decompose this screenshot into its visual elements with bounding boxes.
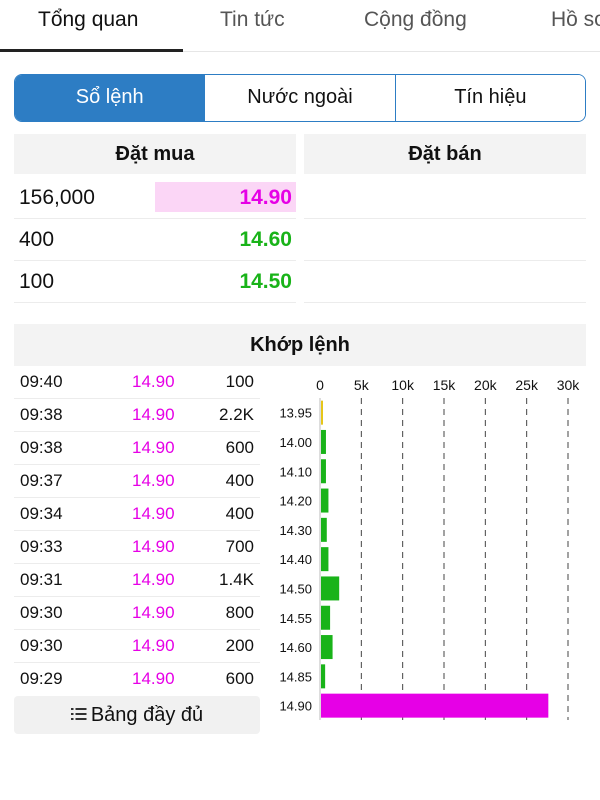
trade-time: 09:38 [20, 405, 63, 424]
trade-time: 09:30 [20, 636, 63, 655]
bid-price: 14.90 [239, 186, 292, 209]
trade-time: 09:33 [20, 537, 63, 556]
trade-row[interactable]: 09:34 14.90 400 [14, 498, 260, 531]
volume-bar [321, 400, 323, 425]
bid-row[interactable]: 100 14.50 [14, 261, 296, 303]
bid-price: 14.50 [239, 270, 292, 293]
price-level-label: 14.85 [279, 669, 312, 684]
trade-volume: 1.4K [219, 570, 254, 589]
segment-foreign[interactable]: Nước ngoài [204, 75, 395, 121]
trade-volume: 400 [225, 471, 254, 490]
bid-row[interactable]: 400 14.60 [14, 219, 296, 261]
trade-row[interactable]: 09:30 14.90 800 [14, 597, 260, 630]
volume-by-price-chart: 0 5k 10k 15k 20k 25k 30k 13.95 14.00 14.10 14.20 14… [279, 377, 581, 720]
bid-volume: 400 [19, 228, 55, 251]
tab-profile[interactable]: Hồ sơ [551, 0, 600, 52]
price-level-label: 14.55 [279, 611, 312, 626]
trade-time: 09:31 [20, 570, 63, 589]
bid-volume: 156,000 [19, 186, 95, 209]
volume-bar [321, 576, 340, 601]
trade-row[interactable]: 09:33 14.90 700 [14, 531, 260, 564]
volume-bar [321, 605, 331, 630]
trade-row[interactable]: 09:29 14.90 600 [14, 663, 260, 696]
segment-signals[interactable]: Tín hiệu [394, 75, 585, 121]
trade-volume: 200 [225, 636, 254, 655]
price-level-label: 14.20 [279, 494, 312, 509]
trade-price: 14.90 [132, 471, 175, 490]
trade-price: 14.90 [132, 603, 175, 622]
price-level-label: 14.50 [279, 581, 312, 596]
volume-bar [321, 517, 327, 542]
bid-volume: 100 [19, 270, 55, 293]
trade-time: 09:37 [20, 471, 63, 490]
ask-row-empty [304, 219, 586, 261]
tab-overview[interactable]: Tổng quan [38, 0, 138, 52]
x-tick-label: 20k [474, 377, 498, 393]
bid-row[interactable]: 156,000 14.90 [14, 177, 296, 219]
trade-volume: 600 [225, 438, 254, 457]
trade-price: 14.90 [132, 405, 175, 424]
bid-price: 14.60 [239, 228, 292, 251]
ask-row-empty [304, 177, 586, 219]
segment-order-book[interactable]: Sổ lệnh [15, 75, 205, 121]
x-tick-label: 30k [557, 377, 581, 393]
volume-bar [321, 429, 326, 454]
trade-row[interactable]: 09:30 14.90 200 [14, 630, 260, 663]
trade-price: 14.90 [132, 372, 175, 391]
volume-bar [321, 488, 329, 513]
full-table-button[interactable]: Bảng đầy đủ [14, 696, 260, 734]
list-icon [70, 708, 87, 720]
trade-price: 14.90 [132, 636, 175, 655]
trade-price: 14.90 [132, 570, 175, 589]
trade-time: 09:40 [20, 372, 63, 391]
tab-news[interactable]: Tin tức [220, 0, 285, 52]
volume-bar [321, 635, 333, 660]
trade-row[interactable]: 09:37 14.90 400 [14, 465, 260, 498]
trade-time: 09:30 [20, 603, 63, 622]
volume-bar [321, 459, 326, 484]
x-tick-label: 5k [354, 377, 370, 393]
active-tab-indicator [0, 49, 183, 52]
price-level-label: 14.60 [279, 640, 312, 655]
trade-price: 14.90 [132, 438, 175, 457]
trade-price: 14.90 [132, 537, 175, 556]
trade-volume: 100 [225, 372, 254, 391]
trade-volume: 800 [225, 603, 254, 622]
x-tick-label: 0 [316, 377, 324, 393]
trade-volume: 700 [225, 537, 254, 556]
trade-time: 09:29 [20, 669, 63, 688]
matched-orders-header: Khớp lệnh [14, 324, 586, 366]
trade-time: 09:38 [20, 438, 63, 457]
x-tick-label: 15k [433, 377, 457, 393]
trade-row[interactable]: 09:31 14.90 1.4K [14, 564, 260, 597]
order-book-segmented-control: Sổ lệnh Nước ngoài Tín hiệu [14, 74, 586, 122]
price-level-label: 14.10 [279, 464, 312, 479]
trade-volume: 2.2K [219, 405, 254, 424]
price-level-label: 14.90 [279, 699, 312, 714]
full-table-label: Bảng đầy đủ [90, 704, 204, 726]
trade-row[interactable]: 09:38 14.90 2.2K [14, 399, 260, 432]
trade-row[interactable]: 09:38 14.90 600 [14, 432, 260, 465]
top-tab-bar: Tổng quan Tin tức Cộng đồng Hồ sơ [0, 0, 600, 52]
x-tick-label: 10k [391, 377, 415, 393]
price-level-label: 14.40 [279, 552, 312, 567]
volume-bar [321, 547, 329, 572]
trade-time: 09:34 [20, 504, 63, 523]
trade-price: 14.90 [132, 504, 175, 523]
buy-orders-header: Đặt mua [14, 134, 296, 174]
trade-volume: 400 [225, 504, 254, 523]
trade-price: 14.90 [132, 669, 175, 688]
price-level-label: 13.95 [279, 406, 312, 421]
sell-orders-header: Đặt bán [304, 134, 586, 174]
price-level-label: 14.00 [279, 435, 312, 450]
volume-bar [321, 664, 326, 689]
trade-volume: 600 [225, 669, 254, 688]
price-level-label: 14.30 [279, 523, 312, 538]
volume-bar [321, 693, 549, 718]
trade-row[interactable]: 09:40 14.90 100 [14, 366, 260, 399]
tab-community[interactable]: Cộng đồng [364, 0, 467, 52]
ask-row-empty [304, 261, 586, 303]
x-tick-label: 25k [515, 377, 539, 393]
